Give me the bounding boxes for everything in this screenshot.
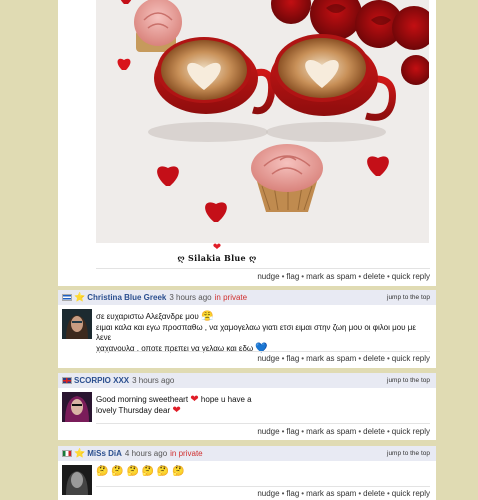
nudge-link[interactable]: nudge (257, 489, 279, 498)
comment-actions: nudge • flag • mark as spam • delete • quick rep… (257, 427, 430, 436)
comment-text: 🤔 🤔 🤔 🤔 🤔 🤔 (96, 466, 428, 478)
comment-time: 4 hours ago (124, 449, 168, 458)
comment-header: ⭐ Christina Blue Greek 3 hours ago in pr… (58, 290, 436, 305)
mark-as-spam-link[interactable]: mark as spam (306, 427, 356, 436)
quick-reply-link[interactable]: quick reply (392, 272, 430, 281)
comment-text: σε ευχαριστω Αλεξανδρε μου 😤 ειμαι καλα … (96, 311, 416, 354)
post-card: ❤ ღ Silakia Blue ღ nudge • flag • mark as sp… (58, 0, 436, 286)
divider (96, 486, 430, 487)
uk-flag-icon (62, 377, 72, 384)
coffee-cups-image (96, 0, 429, 243)
flag-link[interactable]: flag (286, 427, 299, 436)
delete-link[interactable]: delete (363, 427, 385, 436)
quick-reply-link[interactable]: quick reply (392, 489, 430, 498)
post-actions: nudge • flag • mark as spam • delete • quick rep… (257, 272, 430, 281)
thinking-emoji-row: 🤔 🤔 🤔 🤔 🤔 🤔 (96, 466, 185, 477)
star-badge-icon: ⭐ (74, 292, 86, 302)
jump-to-top-link[interactable]: jump to the top (387, 294, 430, 301)
delete-link[interactable]: delete (363, 272, 385, 281)
comment-card: SCORPIO XXX 3 hours ago jump to the top … (58, 373, 436, 440)
mark-as-spam-link[interactable]: mark as spam (306, 489, 356, 498)
divider (96, 423, 430, 424)
post-image[interactable] (96, 0, 429, 243)
username-link[interactable]: MiSs DiA (87, 449, 122, 458)
avatar[interactable] (62, 465, 92, 495)
delete-link[interactable]: delete (363, 489, 385, 498)
comment-card: ⭐ MiSs DiA 4 hours ago in private jump t… (58, 446, 436, 500)
emoji: 😤 (200, 311, 214, 322)
divider (96, 268, 430, 269)
avatar-image (62, 465, 92, 495)
delete-link[interactable]: delete (363, 354, 385, 363)
comment-text: Good morning sweetheart ❤ hope u have a … (96, 394, 252, 416)
heart-icon: ❤ (172, 404, 181, 416)
username-link[interactable]: SCORPIO XXX (74, 376, 129, 385)
quick-reply-link[interactable]: quick reply (392, 354, 430, 363)
private-label: in private (170, 449, 203, 458)
mexico-flag-icon (62, 450, 72, 457)
jump-to-top-link[interactable]: jump to the top (387, 377, 430, 384)
username-link[interactable]: Christina Blue Greek (87, 293, 166, 302)
nudge-link[interactable]: nudge (257, 427, 279, 436)
signature-text: ღ Silakia Blue ღ (177, 253, 257, 263)
quick-reply-link[interactable]: quick reply (392, 427, 430, 436)
mark-as-spam-link[interactable]: mark as spam (306, 272, 356, 281)
flag-link[interactable]: flag (286, 489, 299, 498)
avatar-image (62, 392, 92, 422)
flag-link[interactable]: flag (286, 272, 299, 281)
flag-link[interactable]: flag (286, 354, 299, 363)
nudge-link[interactable]: nudge (257, 354, 279, 363)
avatar[interactable] (62, 309, 92, 339)
greece-flag-icon (62, 294, 72, 301)
heart-icon: ❤ (212, 242, 222, 253)
jump-to-top-link[interactable]: jump to the top (387, 450, 430, 457)
comment-time: 3 hours ago (132, 376, 175, 385)
comment-header: ⭐ MiSs DiA 4 hours ago in private jump t… (58, 446, 436, 461)
nudge-link[interactable]: nudge (257, 272, 279, 281)
star-badge-icon: ⭐ (74, 448, 86, 458)
comment-actions: nudge • flag • mark as spam • delete • quick rep… (257, 354, 430, 363)
avatar[interactable] (62, 392, 92, 422)
comment-actions: nudge • flag • mark as spam • delete • quick rep… (257, 489, 430, 498)
mark-as-spam-link[interactable]: mark as spam (306, 354, 356, 363)
comment-time: 3 hours ago (169, 293, 212, 302)
private-label: in private (214, 293, 248, 302)
comment-header: SCORPIO XXX 3 hours ago jump to the top (58, 373, 436, 388)
comment-card: ⭐ Christina Blue Greek 3 hours ago in pr… (58, 290, 436, 368)
heart-icon: ❤ (190, 394, 199, 405)
avatar-image (62, 309, 92, 339)
divider (96, 351, 430, 352)
